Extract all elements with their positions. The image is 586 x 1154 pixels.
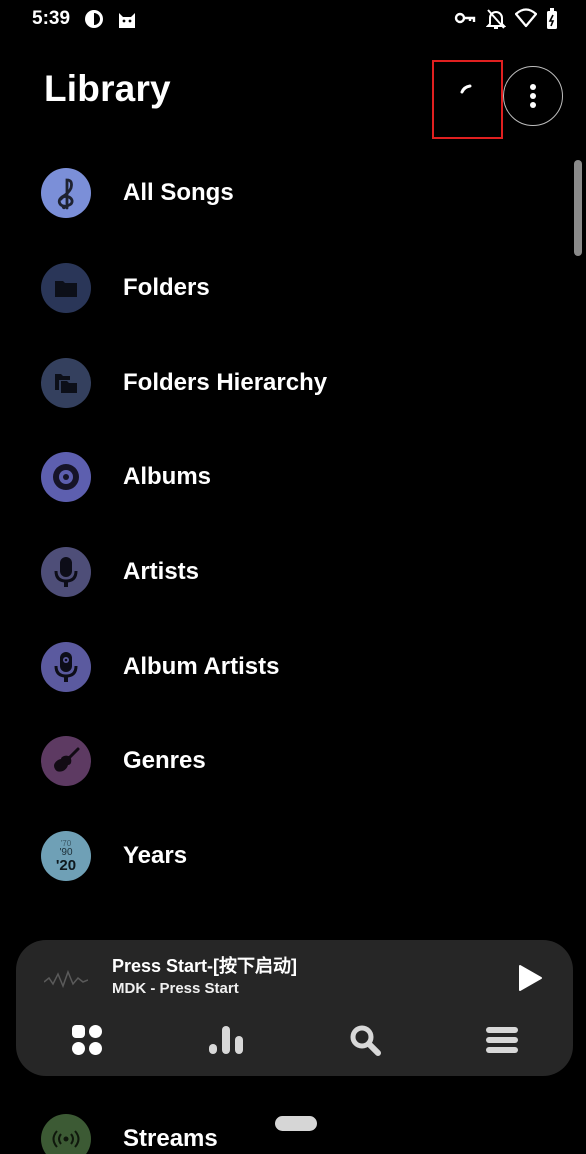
library-item-all-songs[interactable]: All Songs [0, 148, 560, 238]
years-icon-text: '90 [59, 846, 73, 858]
menu-icon [486, 1027, 518, 1053]
library-item-label: Years [123, 842, 188, 869]
library-item-label: Albums [123, 463, 212, 490]
library-item-label: Folders [123, 274, 210, 301]
library-item-album-artists[interactable]: Album Artists [0, 622, 560, 712]
nav-library-button[interactable] [65, 1020, 109, 1060]
spinner-icon [460, 84, 472, 94]
wifi-icon [514, 8, 538, 33]
mini-player[interactable]: Press Start-[按下启动] MDK - Press Start [16, 940, 573, 1076]
years-icon: '70 '90 '20 [41, 831, 91, 881]
microphone-icon [41, 547, 91, 597]
folders-icon [41, 358, 91, 408]
library-item-label: Genres [123, 747, 206, 774]
library-item-genres[interactable]: Genres [0, 716, 560, 806]
battery-icon [546, 8, 558, 35]
key-icon [454, 10, 476, 31]
radio-waves-icon [41, 1114, 91, 1154]
guitar-icon [41, 736, 91, 786]
search-icon [350, 1025, 381, 1056]
status-bar: 5:39 [0, 0, 586, 40]
library-item-albums[interactable]: Albums [0, 432, 560, 522]
nav-stats-button[interactable] [204, 1020, 248, 1060]
library-item-label: Folders Hierarchy [123, 369, 328, 396]
now-playing-title: Press Start-[按下启动] [112, 956, 298, 976]
library-item-label: Artists [123, 558, 200, 585]
vinyl-icon [41, 452, 91, 502]
waveform-icon [43, 960, 89, 995]
library-item-label: Album Artists [123, 653, 280, 680]
scrollbar-thumb[interactable] [574, 160, 582, 256]
now-playing-artist: MDK - Press Start [112, 980, 239, 997]
page-title: Library [44, 68, 171, 109]
nav-queue-button[interactable] [480, 1020, 524, 1060]
bar-chart-icon [209, 1026, 243, 1054]
nav-search-button[interactable] [343, 1020, 387, 1060]
play-button[interactable] [510, 960, 550, 996]
folder-icon [41, 263, 91, 313]
treble-clef-icon [41, 168, 91, 218]
bell-off-icon [485, 8, 507, 35]
more-options-button[interactable] [503, 66, 563, 126]
library-item-folders-hierarchy[interactable]: Folders Hierarchy [0, 338, 560, 428]
grid-icon [72, 1025, 102, 1055]
home-gesture-handle[interactable] [275, 1116, 317, 1131]
library-item-folders[interactable]: Folders [0, 243, 560, 333]
library-item-artists[interactable]: Artists [0, 527, 560, 617]
library-item-label: All Songs [123, 179, 234, 206]
loading-indicator [432, 60, 503, 139]
microphone-speaker-icon [41, 642, 91, 692]
more-vertical-icon [530, 84, 536, 108]
years-icon-text: '20 [55, 856, 77, 874]
circle-half-icon [83, 8, 105, 35]
library-item-label: Streams [123, 1125, 218, 1152]
play-icon [519, 965, 542, 991]
library-item-years[interactable]: '70 '90 '20 Years [0, 811, 560, 901]
status-time: 5:39 [32, 8, 71, 29]
cat-icon [116, 8, 138, 35]
